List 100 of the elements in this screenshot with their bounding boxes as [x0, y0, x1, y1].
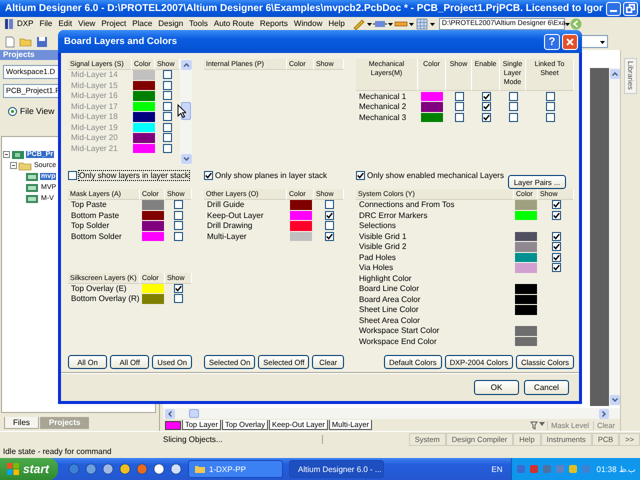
menu-item[interactable]: Place [129, 19, 156, 28]
checkbox-label[interactable]: Only show planes in layer stack [215, 171, 328, 180]
menu-item[interactable]: Reports [256, 19, 291, 28]
menu-item[interactable]: DXP [14, 19, 36, 28]
color-swatch[interactable] [515, 294, 537, 304]
checkbox[interactable] [174, 294, 183, 304]
down-arrow-icon[interactable] [610, 395, 620, 405]
color-swatch[interactable] [142, 221, 164, 230]
help-button[interactable]: ? [544, 34, 560, 50]
filter-icon[interactable] [530, 420, 546, 430]
checkbox[interactable] [324, 221, 334, 230]
layer-name: Mechanical 3 [358, 112, 408, 122]
checkbox[interactable] [546, 92, 554, 101]
color-swatch[interactable] [515, 252, 537, 262]
menu-item[interactable]: Auto Route [210, 19, 257, 28]
scroll-thumb[interactable] [189, 409, 199, 418]
checkbox[interactable] [552, 252, 560, 262]
checkbox[interactable] [508, 112, 518, 122]
color-swatch[interactable] [515, 263, 537, 272]
color-swatch[interactable] [421, 92, 443, 101]
color-swatch[interactable] [142, 294, 164, 304]
menu-item[interactable]: Design [155, 19, 186, 28]
left-arrow-icon[interactable] [165, 408, 175, 418]
close-button[interactable] [562, 34, 578, 50]
color-swatch[interactable] [515, 284, 537, 294]
checkbox[interactable] [454, 112, 464, 122]
checkbox[interactable] [174, 221, 183, 230]
color-swatch[interactable] [515, 242, 537, 252]
color-swatch[interactable] [290, 210, 312, 220]
color-swatch[interactable] [515, 336, 537, 346]
collapse-icon[interactable] [3, 151, 10, 158]
checkbox[interactable] [174, 210, 183, 220]
checkbox[interactable] [552, 263, 560, 272]
checkbox[interactable] [546, 112, 554, 122]
menu-item[interactable]: Window [290, 19, 326, 28]
radio-button[interactable] [8, 106, 17, 116]
checkbox[interactable] [552, 232, 560, 241]
taskbar-button[interactable]: 1-DXP-PP [188, 460, 283, 478]
color-swatch[interactable] [421, 102, 443, 112]
checkbox[interactable] [482, 112, 490, 122]
app-icon[interactable] [170, 463, 182, 475]
checkbox-label[interactable]: Only show layers in layer stack [79, 171, 189, 180]
checkbox[interactable] [508, 102, 518, 112]
checkbox[interactable] [552, 200, 560, 210]
checkbox[interactable] [174, 232, 183, 241]
menu-item[interactable]: Help [325, 19, 348, 28]
color-swatch[interactable] [515, 200, 537, 210]
app-icon[interactable] [119, 463, 131, 475]
color-swatch[interactable] [515, 305, 537, 314]
checkbox-label[interactable]: Only show enabled mechanical Layers [367, 171, 504, 180]
taskbar-button[interactable]: Altium Designer 6.0 - ... [289, 460, 384, 478]
panel-tab[interactable]: Files [4, 417, 39, 429]
color-swatch[interactable] [515, 326, 537, 336]
checkbox[interactable] [482, 92, 490, 101]
checkbox[interactable] [454, 92, 464, 101]
minimize-button[interactable] [606, 2, 621, 16]
checkbox[interactable] [454, 102, 464, 112]
menu-item[interactable]: View [75, 19, 98, 28]
new-document-icon[interactable] [4, 36, 16, 48]
color-swatch[interactable] [142, 200, 164, 210]
checkbox[interactable] [324, 232, 334, 241]
checkbox[interactable] [546, 102, 554, 112]
layer-name: Sheet Area Color [358, 315, 421, 326]
language-indicator[interactable]: EN [491, 464, 503, 474]
cancel-button[interactable]: Cancel [524, 380, 569, 395]
checkbox[interactable] [324, 210, 334, 220]
color-swatch[interactable] [290, 200, 312, 210]
checkbox[interactable] [552, 210, 560, 220]
save-icon[interactable] [36, 36, 48, 48]
menu-item[interactable]: File [36, 19, 56, 28]
color-swatch[interactable] [142, 210, 164, 220]
color-swatch[interactable] [421, 112, 443, 122]
right-arrow-icon[interactable] [599, 408, 609, 418]
start-button[interactable]: start [0, 458, 58, 480]
menu-item[interactable]: Project [98, 19, 130, 28]
radio-label[interactable]: File View [20, 106, 54, 116]
collapse-icon[interactable] [10, 162, 17, 169]
checkbox[interactable] [68, 171, 77, 180]
checkbox[interactable] [356, 171, 365, 180]
color-swatch[interactable] [290, 221, 312, 230]
app-icon[interactable] [153, 463, 165, 475]
checkbox[interactable] [174, 200, 183, 210]
up-arrow-icon[interactable] [180, 60, 192, 70]
ok-button[interactable]: OK [474, 380, 519, 395]
app-icon[interactable] [102, 463, 114, 475]
checkbox[interactable] [552, 242, 560, 252]
down-arrow-icon[interactable] [180, 154, 192, 164]
menu-item[interactable]: Edit [55, 19, 76, 28]
maximize-button[interactable] [622, 2, 638, 16]
checkbox[interactable] [324, 200, 334, 210]
up-arrow-icon[interactable] [610, 69, 620, 79]
checkbox[interactable] [508, 92, 518, 101]
color-swatch[interactable] [290, 232, 312, 241]
color-swatch[interactable] [515, 210, 537, 220]
color-swatch[interactable] [515, 232, 537, 241]
checkbox[interactable] [482, 102, 490, 112]
color-swatch[interactable] [142, 232, 164, 241]
layer-name: Drill Drawing [206, 220, 254, 231]
checkbox[interactable] [204, 171, 213, 180]
menu-item[interactable]: Tools [186, 19, 211, 28]
